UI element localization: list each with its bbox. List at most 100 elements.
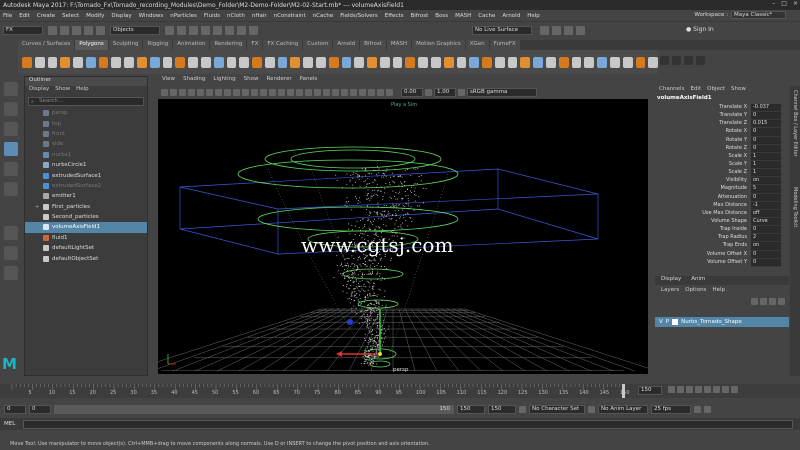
super-shape-icon[interactable] <box>200 56 211 68</box>
torus-icon[interactable] <box>73 56 83 68</box>
color-management-icon[interactable] <box>458 88 465 96</box>
select-tool-icon[interactable] <box>4 82 18 96</box>
lights-icon[interactable] <box>314 88 321 96</box>
freeze-icon[interactable] <box>609 56 620 68</box>
shelf-tab-mash[interactable]: MASH <box>386 40 412 50</box>
viewport-menu-show[interactable]: Show <box>244 76 259 86</box>
xray-joints-icon[interactable] <box>377 88 384 96</box>
default-material-icon[interactable] <box>296 88 303 96</box>
shelf-tab-custom[interactable]: Custom <box>303 40 333 50</box>
maximize-icon[interactable]: □ <box>781 0 787 7</box>
snap-grid-icon[interactable] <box>201 26 210 35</box>
four-view-layout-icon[interactable] <box>4 246 18 260</box>
channel-row[interactable]: Use Max Distance off <box>655 209 789 218</box>
symmetry-icon[interactable] <box>546 56 556 68</box>
sew-uvs-icon[interactable] <box>533 56 544 68</box>
soccer-ball-icon[interactable] <box>188 56 198 68</box>
xray-icon[interactable] <box>635 56 646 68</box>
channel-box-menu-edit[interactable]: Edit <box>690 86 701 95</box>
ipr-render-icon[interactable] <box>552 26 561 35</box>
bridge-icon[interactable] <box>354 56 365 68</box>
multi-cut-icon[interactable] <box>379 56 390 68</box>
layer-menu-options[interactable]: Options <box>685 287 706 293</box>
outliner-menu-display[interactable]: Display <box>29 86 49 95</box>
current-frame-field[interactable]: 150 <box>638 386 662 395</box>
selection-mode-dropdown[interactable]: Objects <box>110 26 160 35</box>
play-forwards-icon[interactable] <box>704 386 711 393</box>
menu-help[interactable]: Help <box>527 13 540 19</box>
anim-layer-dropdown[interactable]: No Anim Layer <box>598 404 648 414</box>
channel-box-menu-channels[interactable]: Channels <box>659 86 684 95</box>
outliner-item[interactable]: front <box>25 129 147 139</box>
menu-fluids[interactable]: Fluids <box>204 13 220 19</box>
uv-editor-icon[interactable] <box>456 56 467 68</box>
layer-down-icon[interactable] <box>760 297 767 305</box>
channel-value[interactable]: 1 <box>751 152 781 161</box>
outliner-search-input[interactable]: ⌕ Search... <box>28 97 144 106</box>
snap-view-icon[interactable] <box>237 26 246 35</box>
lasso-tool-icon[interactable] <box>4 102 18 116</box>
channel-row[interactable]: Scale X 1 <box>655 152 789 161</box>
smooth-shade-icon[interactable] <box>287 88 294 96</box>
grid-icon[interactable] <box>215 88 222 96</box>
boolean-icon[interactable] <box>277 56 288 68</box>
layout-icon[interactable] <box>507 56 518 68</box>
toggle-channel-box-icon[interactable] <box>696 56 705 65</box>
new-scene-icon[interactable] <box>48 26 57 35</box>
layer-tab-display[interactable]: Display <box>661 276 681 285</box>
camera-attributes-icon[interactable] <box>170 88 177 96</box>
toggle-attribute-editor-icon[interactable] <box>672 56 681 65</box>
menu-set-dropdown[interactable]: FX <box>3 26 43 35</box>
paint-select-tool-icon[interactable] <box>4 122 18 136</box>
plane-icon[interactable] <box>85 56 96 68</box>
planar-map-icon[interactable] <box>469 56 480 68</box>
cylinder-icon[interactable] <box>47 56 58 68</box>
x-axis-arrow[interactable] <box>336 351 342 357</box>
quad-draw-icon[interactable] <box>443 56 454 68</box>
outliner-item[interactable]: side <box>25 139 147 149</box>
channel-row[interactable]: Translate Y 0 <box>655 112 789 121</box>
film-gate-icon[interactable] <box>224 88 231 96</box>
center-handle[interactable] <box>378 352 382 356</box>
channel-value[interactable]: 5 <box>751 185 781 194</box>
shelf-tab-animation[interactable]: Animation <box>173 40 210 50</box>
workspace-dropdown[interactable]: Maya Classic* <box>731 11 786 19</box>
color-space-dropdown[interactable]: sRGB gamma <box>467 87 537 97</box>
channel-value[interactable]: 2 <box>751 234 781 243</box>
save-scene-icon[interactable] <box>72 26 81 35</box>
outliner-item[interactable]: emitter1 <box>25 191 147 201</box>
viewport-menu-view[interactable]: View <box>162 76 175 86</box>
shadows-icon[interactable] <box>323 88 330 96</box>
menu-arnold[interactable]: Arnold <box>502 13 520 19</box>
sculpt-icon[interactable] <box>558 56 569 68</box>
rotate-tool-icon[interactable] <box>4 162 18 176</box>
outliner-item[interactable]: persp <box>25 108 147 118</box>
channel-row[interactable]: Translate Z 0.015 <box>655 120 789 129</box>
layer-menu-layers[interactable]: Layers <box>661 287 679 293</box>
viewport-menu-shading[interactable]: Shading <box>183 76 205 86</box>
viewport-menu-panels[interactable]: Panels <box>300 76 318 86</box>
menu-create[interactable]: Create <box>37 13 55 19</box>
time-slider[interactable]: 5 10 15 20 25 30 35 40 45 50 55 60 65 70 75 80 85 90 95 100… <box>0 384 800 398</box>
shelf-tab-curves-surfaces[interactable]: Curves / Surfaces <box>18 40 75 50</box>
step-back-frame-icon[interactable] <box>686 386 693 393</box>
channel-row[interactable]: Volume Shape Curve <box>655 217 789 227</box>
start-time-field[interactable]: 0 <box>4 404 26 414</box>
channel-value[interactable]: Curve <box>751 217 781 227</box>
safe-action-icon[interactable] <box>260 88 267 96</box>
menu-display[interactable]: Display <box>111 13 131 19</box>
shelf-tab-sculpting[interactable]: Sculpting <box>108 40 143 50</box>
character-set-dropdown[interactable]: No Character Set <box>529 404 585 414</box>
channel-value[interactable]: 0 <box>751 258 781 267</box>
snap-align-icon[interactable] <box>584 56 595 68</box>
channel-row[interactable]: Magnitude 5 <box>655 185 789 194</box>
gate-mask-icon[interactable] <box>242 88 249 96</box>
menu-file[interactable]: File <box>3 13 12 19</box>
menu-mash[interactable]: MASH <box>455 13 471 19</box>
outliner-item[interactable]: defaultObjectSet <box>25 253 147 263</box>
menu-select[interactable]: Select <box>62 13 79 19</box>
command-language-label[interactable]: MEL <box>4 421 15 427</box>
channel-value[interactable]: 0 <box>751 136 781 145</box>
channel-value[interactable]: 1 <box>751 160 781 170</box>
channel-row[interactable]: Scale Y 1 <box>655 160 789 170</box>
